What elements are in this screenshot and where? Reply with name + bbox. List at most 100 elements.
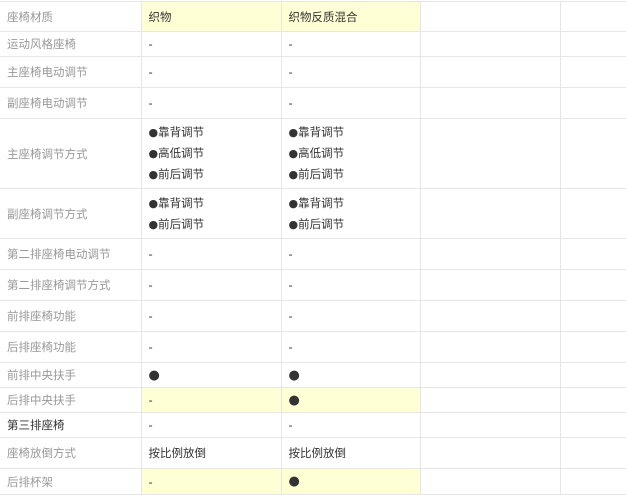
spec-value: - [148,418,153,432]
standard-dot-icon: ● [288,367,300,383]
spec-value: - [288,37,293,51]
spec-row: 座椅材质 织物 织物反质混合 [0,1,626,32]
standard-dot-icon: ● [288,392,300,408]
empty-cell [560,269,626,301]
spec-value-cell: ●靠背调节 ●高低调节 ●前后调节 [141,118,282,189]
spec-value-cell: - [281,238,421,270]
bullet-dot-icon: ● [148,168,159,181]
bullet-text: 靠背调节 [298,195,345,210]
spec-row: 前排中央扶手 ● ● [0,362,626,388]
empty-cell [420,387,561,413]
spec-value-cell: - [281,269,421,301]
spec-value: - [288,278,293,292]
bullet-list-item: ●前后调节 [289,164,420,185]
standard-dot-icon: ● [288,474,300,489]
spec-row-label: 第三排座椅 [0,412,142,438]
empty-cell [560,238,626,270]
bullet-list-item: ●前后调节 [289,214,420,235]
spec-value: - [288,340,293,354]
spec-value: 织物 [148,9,172,24]
spec-value-cell: - [141,468,282,495]
spec-value-cell: - [281,56,421,88]
empty-cell [420,331,561,363]
empty-cell [560,31,626,57]
spec-row-label: 主座椅调节方式 [0,118,142,189]
spec-value-cell: ●靠背调节 ●前后调节 [141,188,282,239]
spec-value: - [148,340,153,354]
empty-cell [420,1,561,32]
spec-row: 副座椅调节方式 ●靠背调节 ●前后调节 ●靠背调节 ●前后调节 [0,188,626,239]
empty-cell [560,1,626,32]
empty-cell [560,468,626,495]
bullet-dot-icon: ● [288,217,299,231]
spec-row: 后排中央扶手 - ● [0,387,626,413]
spec-value-cell: - [281,300,421,332]
spec-row-label: 第二排座椅电动调节 [0,238,142,270]
spec-row-label: 前排中央扶手 [0,362,142,388]
empty-cell [420,468,561,495]
bullet-dot-icon: ● [148,147,159,160]
spec-value-cell: - [141,387,282,413]
spec-row-label: 副座椅调节方式 [0,188,142,239]
spec-value: - [148,96,153,110]
spec-value-cell: ●靠背调节 ●高低调节 ●前后调节 [281,118,421,189]
spec-value-cell: - [141,331,282,363]
spec-value-cell: 织物反质混合 [281,1,421,32]
spec-value-cell: ● [281,362,421,388]
spec-value: - [148,309,153,323]
spec-row: 第三排座椅 - - [0,412,626,438]
spec-row: 运动风格座椅 - - [0,31,626,57]
bullet-text: 靠背调节 [158,125,205,139]
spec-row-label: 运动风格座椅 [0,31,142,57]
empty-cell [560,56,626,88]
spec-row: 主座椅调节方式 ●靠背调节 ●高低调节 ●前后调节 ●靠背调节 ●高低调节 ●前后调节 [0,118,626,189]
bullet-text: 高低调节 [158,146,205,160]
bullet-list-item: ●靠背调节 [289,193,420,214]
empty-cell [420,188,561,239]
spec-value-cell: ● [281,387,421,413]
empty-cell [560,437,626,469]
spec-row: 后排座椅功能 - - [0,331,626,363]
bullet-text: 前后调节 [298,216,345,231]
spec-value-cell: - [141,300,282,332]
spec-value: - [148,474,153,489]
seat-spec-table: 座椅材质 织物 织物反质混合 运动风格座椅 - - 主座椅电动调节 - - 副座椅电动调节 - - 主座… [0,1,626,495]
bullet-list-item: ●靠背调节 [149,193,281,214]
spec-row-label: 副座椅电动调节 [0,87,142,119]
spec-value-cell: ● [281,468,421,495]
bullet-text: 前后调节 [298,167,345,181]
spec-row-label: 后排座椅功能 [0,331,142,363]
spec-value: - [148,278,153,292]
spec-row: 副座椅电动调节 - - [0,87,626,119]
spec-value: - [148,65,153,79]
spec-value: - [148,37,153,51]
empty-cell [560,362,626,388]
empty-cell [560,387,626,413]
spec-value-cell: - [281,331,421,363]
spec-value: - [288,65,293,79]
spec-value-cell: 按比例放倒 [281,437,421,469]
spec-row-label: 前排座椅功能 [0,300,142,332]
empty-cell [420,56,561,88]
bullet-text: 靠背调节 [298,125,345,139]
spec-value-cell: - [281,412,421,438]
empty-cell [420,412,561,438]
bullet-list-item: ●靠背调节 [149,122,281,143]
empty-cell [420,31,561,57]
bullet-list-item: ●前后调节 [149,214,281,235]
bullet-text: 靠背调节 [158,195,205,210]
spec-value: - [288,247,293,261]
spec-table-body: 座椅材质 织物 织物反质混合 运动风格座椅 - - 主座椅电动调节 - - 副座椅电动调节 - - 主座… [0,1,626,495]
spec-row-label: 座椅放倒方式 [0,437,142,469]
spec-value: 按比例放倒 [288,446,347,460]
spec-value-cell: ●靠背调节 ●前后调节 [281,188,421,239]
spec-value-cell: - [281,31,421,57]
spec-row-label: 后排中央扶手 [0,387,142,413]
spec-value: 织物反质混合 [288,9,358,24]
spec-value: - [148,247,153,261]
spec-value-cell: - [281,87,421,119]
bullet-dot-icon: ● [288,196,299,210]
bullet-text: 前后调节 [158,167,205,181]
spec-value-cell: - [141,238,282,270]
spec-value-cell: - [141,31,282,57]
